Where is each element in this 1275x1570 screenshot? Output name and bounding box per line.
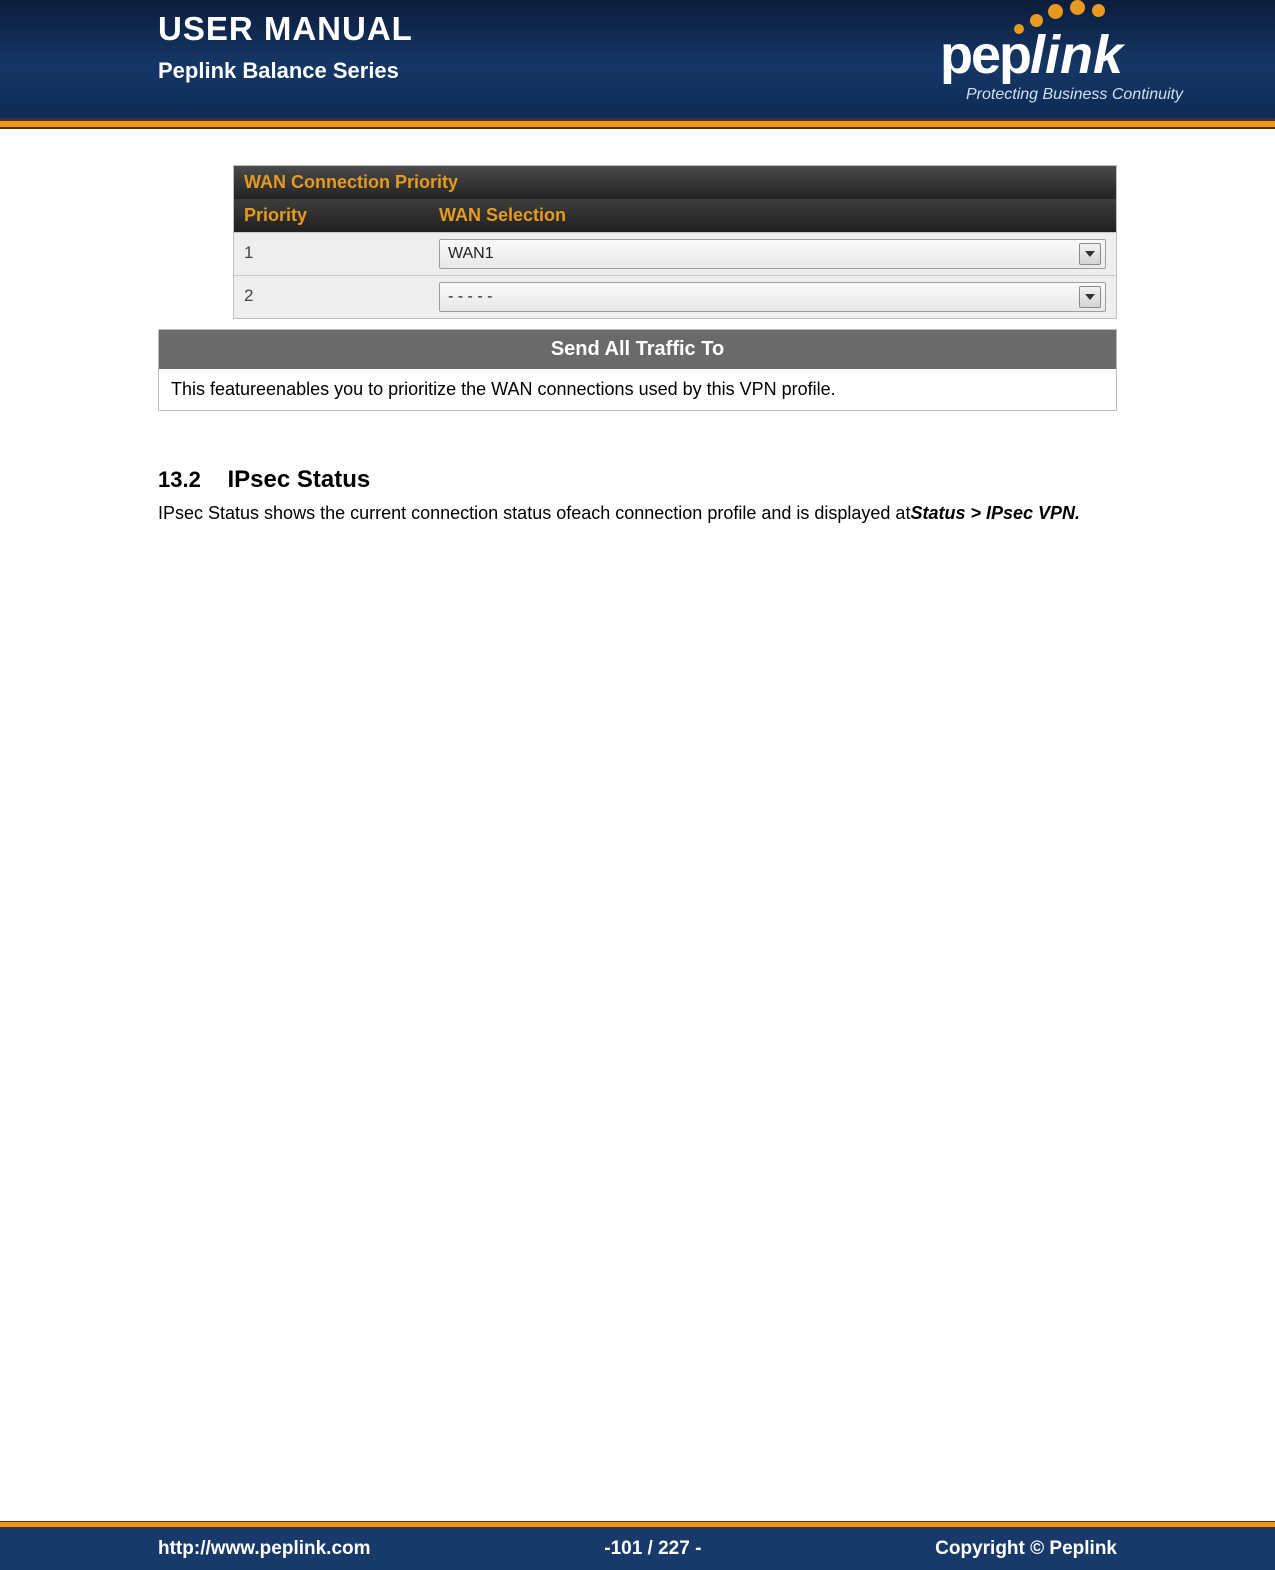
- footer-copyright: Copyright © Peplink: [935, 1538, 1117, 1560]
- section-paragraph: IPsec Status shows the current connectio…: [158, 502, 1117, 525]
- priority-cell: 1: [234, 233, 429, 275]
- page-header: USER MANUAL Peplink Balance Series pepli…: [0, 0, 1275, 118]
- page-footer-wrap: http://www.peplink.com -101 / 227 - Copy…: [0, 1521, 1275, 1570]
- priority-cell: 2: [234, 276, 429, 318]
- wan-priority-row: 1 WAN1: [234, 232, 1116, 275]
- send-all-traffic-title: Send All Traffic To: [159, 330, 1116, 369]
- section-heading: 13.2 IPsec Status: [158, 466, 1117, 494]
- chevron-down-icon: [1079, 286, 1101, 308]
- section-title: IPsec Status: [228, 466, 371, 493]
- logo-wordmark: peplink: [940, 24, 1123, 86]
- wan-selection-dropdown-1[interactable]: WAN1: [439, 239, 1106, 269]
- header-accent-bar: [0, 119, 1275, 129]
- logo-tagline: Protecting Business Continuity: [966, 86, 1183, 104]
- col-priority-header: Priority: [234, 199, 429, 232]
- wan-priority-title: WAN Connection Priority: [234, 165, 1116, 199]
- wan-priority-row: 2 - - - - -: [234, 275, 1116, 318]
- footer-accent-bar: [0, 1521, 1275, 1528]
- brand-logo: peplink Protecting Business Continuity: [922, 0, 1252, 118]
- send-all-traffic-body: This featureenables you to prioritize th…: [159, 369, 1116, 410]
- section-number: 13.2: [158, 467, 201, 492]
- footer-url: http://www.peplink.com: [158, 1538, 371, 1560]
- chevron-down-icon: [1079, 243, 1101, 265]
- col-wan-header: WAN Selection: [429, 199, 1116, 232]
- send-all-traffic-infobox: Send All Traffic To This featureenables …: [158, 329, 1117, 411]
- wan-priority-panel: WAN Connection Priority Priority WAN Sel…: [233, 165, 1117, 319]
- wan-priority-columns: Priority WAN Selection: [234, 199, 1116, 232]
- wan-selection-value: WAN1: [448, 245, 494, 263]
- wan-selection-value: - - - - -: [448, 288, 492, 306]
- footer-pager: -101 / 227 -: [604, 1538, 701, 1560]
- wan-selection-dropdown-2[interactable]: - - - - -: [439, 282, 1106, 312]
